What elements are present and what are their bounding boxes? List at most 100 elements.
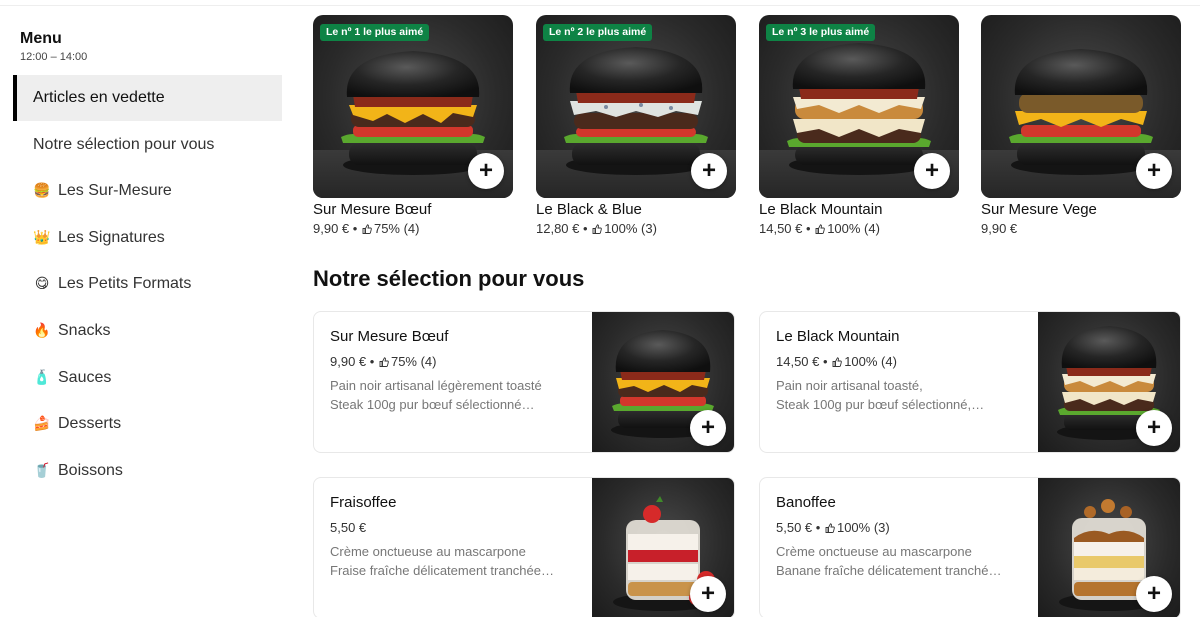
item-name: Sur Mesure Bœuf (313, 201, 432, 218)
sidebar-item-label: Boissons (58, 462, 123, 479)
item-meta: 14,50 € • 100% (4) (776, 354, 1026, 369)
item-meta: 9,90 € • 75% (4) (330, 354, 580, 369)
sidebar-item-label: Les Petits Formats (58, 275, 192, 292)
item-rating: 75% (4) (390, 354, 437, 369)
sauce-bottle-icon: 🧴 (33, 370, 51, 386)
selection-card-black-mountain[interactable]: Le Black Mountain 14,50 € • 100% (4) Pai… (759, 311, 1181, 453)
thumbs-up-icon (592, 224, 603, 234)
add-to-cart-button[interactable]: + (1136, 410, 1172, 446)
item-name: Sur Mesure Bœuf (330, 328, 449, 345)
selection-card-text: Sur Mesure Bœuf 9,90 € • 75% (4) Pain no… (330, 328, 580, 414)
featured-card-black-mountain[interactable]: Le nº 3 le plus aimé + Le Black Mountain… (759, 15, 959, 236)
item-description: Crème onctueuse au mascarpone Fraise fra… (330, 542, 580, 580)
add-to-cart-button[interactable]: + (691, 153, 727, 189)
item-price: 5,50 € (330, 520, 367, 535)
item-meta: 12,80 € • 100% (3) (536, 221, 736, 236)
item-meta: 9,90 € • 75% (4) (313, 221, 513, 236)
menu-title: Menu (20, 30, 62, 47)
sidebar-item-label: Articles en vedette (33, 89, 165, 106)
featured-card-sur-mesure-boeuf[interactable]: Le nº 1 le plus aimé + Sur Mesure Bœuf 9… (313, 15, 513, 236)
item-rating: 100% (4) (827, 221, 880, 236)
drink-icon: 🥤 (33, 463, 51, 479)
thumbs-up-icon (825, 523, 835, 533)
item-meta: 9,90 € (981, 221, 1181, 236)
sidebar-item-label: Sauces (58, 369, 112, 386)
item-rating: 100% (3) (604, 221, 657, 236)
item-price: 9,90 € (981, 221, 1018, 236)
add-to-cart-button[interactable]: + (690, 410, 726, 446)
menu-hours: 12:00 – 14:00 (20, 51, 88, 63)
thumbs-up-icon (362, 224, 372, 234)
sidebar-item-desserts[interactable]: 🍰 Desserts (13, 401, 282, 447)
item-price: 14,50 € (776, 354, 820, 369)
ranking-badge: Le nº 1 le plus aimé (320, 24, 430, 41)
add-to-cart-button[interactable]: + (468, 153, 504, 189)
description-line: Pain noir artisanal toasté, (776, 378, 923, 393)
item-description: Pain noir artisanal légèrement toasté St… (330, 376, 580, 414)
crown-icon: 👑 (33, 230, 51, 246)
burger-icon: 🍔 (33, 183, 51, 199)
add-to-cart-button[interactable]: + (1136, 576, 1172, 612)
item-name: Banoffee (776, 494, 836, 511)
item-name: Le Black Mountain (759, 201, 883, 218)
burger-photo: Le nº 3 le plus aimé + (759, 15, 959, 198)
sidebar-item-les-petits-formats[interactable]: 😋 Les Petits Formats (13, 261, 282, 307)
thumbs-up-icon (379, 357, 389, 367)
sidebar-item-boissons[interactable]: 🥤 Boissons (13, 448, 282, 494)
burger-photo: Le nº 1 le plus aimé + (313, 15, 513, 198)
item-price: 9,90 € (313, 221, 350, 236)
item-photo: + (592, 478, 734, 617)
item-description: Pain noir artisanal toasté, Steak 100g p… (776, 376, 1026, 414)
item-name: Fraisoffee (330, 494, 397, 511)
separator: • (352, 221, 358, 236)
separator: • (823, 354, 828, 369)
item-price: 5,50 € (776, 520, 813, 535)
sidebar-item-les-sur-mesure[interactable]: 🍔 Les Sur-Mesure (13, 168, 282, 214)
add-to-cart-button[interactable]: + (1136, 153, 1172, 189)
ranking-badge: Le nº 3 le plus aimé (766, 24, 876, 41)
burger-photo: + (981, 15, 1181, 198)
description-line: Crème onctueuse au mascarpone (330, 544, 526, 559)
item-description: Crème onctueuse au mascarpone Banane fra… (776, 542, 1026, 580)
separator: • (583, 221, 588, 236)
item-name: Sur Mesure Vege (981, 201, 1097, 218)
sidebar-item-snacks[interactable]: 🔥 Snacks (13, 308, 282, 354)
sidebar-item-label: Desserts (58, 415, 122, 432)
description-line: Steak 100g pur bœuf sélectionné,… (776, 397, 985, 412)
separator: • (806, 221, 811, 236)
add-to-cart-button[interactable]: + (690, 576, 726, 612)
item-price: 14,50 € (759, 221, 803, 236)
add-to-cart-button[interactable]: + (914, 153, 950, 189)
sidebar-item-label: Les Sur-Mesure (58, 182, 172, 199)
item-meta: 14,50 € • 100% (4) (759, 221, 959, 236)
separator: • (815, 520, 821, 535)
item-meta: 5,50 € (330, 520, 580, 535)
selection-card-text: Fraisoffee 5,50 € Crème onctueuse au mas… (330, 494, 580, 580)
sidebar-item-sauces[interactable]: 🧴 Sauces (13, 355, 282, 401)
section-title-selection: Notre sélection pour vous (313, 266, 585, 291)
description-line: Crème onctueuse au mascarpone (776, 544, 972, 559)
item-photo: + (1038, 312, 1180, 452)
selection-card-sur-mesure-boeuf[interactable]: Sur Mesure Bœuf 9,90 € • 75% (4) Pain no… (313, 311, 735, 453)
featured-card-sur-mesure-vege[interactable]: + Sur Mesure Vege 9,90 € (981, 15, 1181, 236)
thumbs-up-icon (815, 224, 826, 234)
item-meta: 5,50 € • 100% (3) (776, 520, 1026, 535)
fire-icon: 🔥 (33, 323, 51, 339)
item-photo: + (592, 312, 734, 452)
featured-card-black-and-blue[interactable]: Le nº 2 le plus aimé + Le Black & Blue 1… (536, 15, 736, 236)
sidebar-menu: Menu 12:00 – 14:00 Articles en vedette N… (0, 0, 290, 617)
item-rating: 100% (4) (844, 354, 897, 369)
separator: • (369, 354, 375, 369)
description-line: Banane fraîche délicatement tranché… (776, 563, 1002, 578)
description-line: Fraise fraîche délicatement tranchée… (330, 563, 554, 578)
selection-card-banoffee[interactable]: Banoffee 5,50 € • 100% (3) Crème onctueu… (759, 477, 1181, 617)
description-line: Steak 100g pur bœuf sélectionné… (330, 397, 535, 412)
item-photo: + (1038, 478, 1180, 617)
item-rating: 75% (4) (373, 221, 420, 236)
description-line: Pain noir artisanal légèrement toasté (330, 378, 542, 393)
sidebar-item-articles-en-vedette[interactable]: Articles en vedette (13, 75, 282, 121)
item-name: Le Black Mountain (776, 328, 900, 345)
sidebar-item-les-signatures[interactable]: 👑 Les Signatures (13, 215, 282, 261)
selection-card-fraisoffee[interactable]: Fraisoffee 5,50 € Crème onctueuse au mas… (313, 477, 735, 617)
sidebar-item-notre-selection[interactable]: Notre sélection pour vous (13, 122, 282, 168)
